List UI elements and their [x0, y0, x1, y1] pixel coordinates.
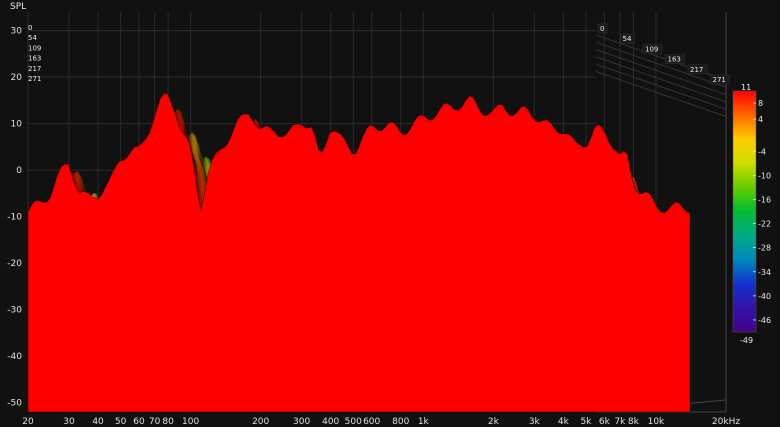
x-tick-label: 10k: [648, 417, 665, 427]
x-tick-label: 400: [322, 417, 339, 427]
colorbar-label: -46: [758, 316, 771, 325]
x-tick-label: 8k: [628, 417, 640, 427]
y-tick-label: -10: [7, 213, 22, 223]
colorbar-label: 4: [758, 115, 763, 124]
x-tick-label: 5k: [580, 417, 592, 427]
time-label-left: 0: [28, 24, 32, 32]
x-tick-label: 50: [115, 417, 127, 427]
x-tick-label: 6k: [599, 417, 611, 427]
x-tick-label: 3k: [529, 417, 541, 427]
x-tick-label: 2k: [488, 417, 500, 427]
time-label-left: 54: [28, 34, 37, 42]
time-label-right: 109: [645, 45, 658, 53]
time-label-right: 217: [690, 66, 703, 74]
colorbar-label: 11: [741, 83, 751, 92]
colorbar-label: -40: [758, 292, 771, 301]
y-tick-label: 20: [11, 73, 23, 83]
time-label-right: 0: [600, 25, 604, 33]
x-tick-label: 1k: [418, 417, 430, 427]
y-tick-label: 10: [11, 120, 23, 130]
colorbar-label: -28: [758, 244, 771, 253]
waterfall-chart: 3020100-10-20-30-40-50 20 30 40 50 60 70 80 100…: [0, 0, 780, 427]
time-label-left: 217: [28, 65, 41, 73]
colorbar-label: 8: [758, 99, 763, 108]
x-tick-label: 30: [63, 417, 75, 427]
y-tick-label: -50: [7, 399, 22, 409]
time-label-right: 271: [713, 76, 726, 84]
y-tick-label: 0: [16, 166, 22, 176]
x-tick-label: 80: [162, 417, 174, 427]
colorbar-label: -22: [758, 220, 771, 229]
x-tick-label: 800: [392, 417, 409, 427]
x-tick-label: 7k: [614, 417, 626, 427]
y-tick-label: -30: [7, 306, 22, 316]
x-tick-label: 20: [22, 417, 34, 427]
x-tick-label: 40: [92, 417, 104, 427]
x-tick-label: 4k: [558, 417, 570, 427]
x-tick-label: 600: [363, 417, 380, 427]
y-tick-label: -20: [7, 259, 22, 269]
x-tick-label: 70: [149, 417, 161, 427]
x-tick-label: 500: [345, 417, 362, 427]
y-axis-title: SPL: [10, 2, 26, 12]
x-tick-label: 60: [133, 417, 145, 427]
time-label-left: 109: [28, 44, 41, 52]
colorbar-label: -10: [758, 171, 771, 180]
colorbar-label: -49: [740, 336, 753, 345]
colorbar-label: -4: [758, 147, 766, 156]
x-tick-label: 300: [293, 417, 310, 427]
y-tick-label: -40: [7, 352, 22, 362]
x-tick-label: 100: [182, 417, 199, 427]
x-tick-label: 200: [252, 417, 269, 427]
time-label-right: 163: [668, 56, 681, 64]
colorbar-gradient: [732, 90, 757, 333]
colorbar-label: -34: [758, 268, 771, 277]
colorbar-label: -16: [758, 195, 771, 204]
y-tick-label: 30: [11, 27, 23, 37]
x-tick-label: 20kHz: [712, 417, 740, 427]
time-label-left: 163: [28, 55, 41, 63]
time-label-left: 271: [28, 75, 41, 83]
time-label-right: 54: [623, 35, 632, 43]
